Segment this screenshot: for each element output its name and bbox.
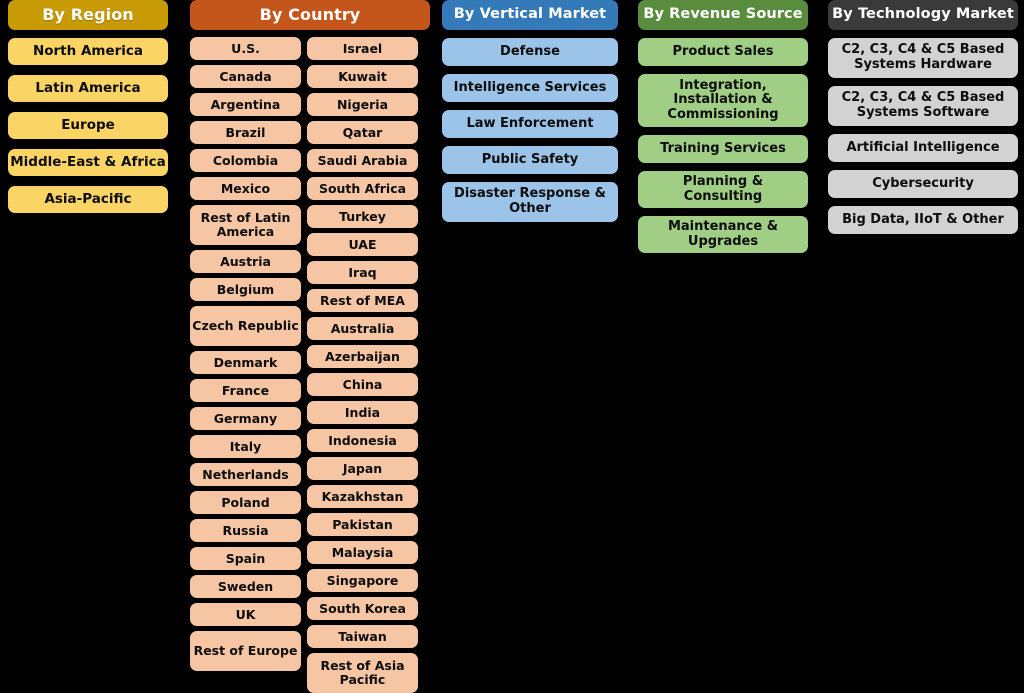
country-item[interactable]: Belgium <box>190 278 301 301</box>
segmentation-board: By Region North America Latin America Eu… <box>0 0 1024 693</box>
column-revenue-source: By Revenue Source Product Sales Integrat… <box>638 0 808 253</box>
column-country: By Country U.S. Canada Argentina Brazil … <box>190 0 430 693</box>
country-item[interactable]: Colombia <box>190 149 301 172</box>
vertical-market-item[interactable]: Intelligence Services <box>442 74 618 102</box>
vertical-market-item[interactable]: Disaster Response & Other <box>442 182 618 222</box>
column-header-technology-market: By Technology Market <box>828 0 1018 30</box>
country-item[interactable]: Azerbaijan <box>307 345 418 368</box>
country-item[interactable]: Singapore <box>307 569 418 592</box>
technology-market-item[interactable]: Big Data, IIoT & Other <box>828 206 1018 234</box>
technology-market-item[interactable]: Artificial Intelligence <box>828 134 1018 162</box>
country-item[interactable]: Malaysia <box>307 541 418 564</box>
country-item[interactable]: Israel <box>307 37 418 60</box>
region-item[interactable]: Middle-East & Africa <box>8 149 168 176</box>
vertical-market-item-list: Defense Intelligence Services Law Enforc… <box>442 38 618 222</box>
country-item[interactable]: Denmark <box>190 351 301 374</box>
technology-market-item[interactable]: C2, C3, C4 & C5 Based Systems Hardware <box>828 38 1018 78</box>
country-item[interactable]: U.S. <box>190 37 301 60</box>
country-item[interactable]: China <box>307 373 418 396</box>
country-item[interactable]: Qatar <box>307 121 418 144</box>
country-item[interactable]: Iraq <box>307 261 418 284</box>
column-region: By Region North America Latin America Eu… <box>8 0 168 213</box>
country-item[interactable]: UAE <box>307 233 418 256</box>
country-item[interactable]: Kazakhstan <box>307 485 418 508</box>
country-item[interactable]: Japan <box>307 457 418 480</box>
country-item[interactable]: Poland <box>190 491 301 514</box>
country-item-list-right: Israel Kuwait Nigeria Qatar Saudi Arabia… <box>307 37 418 693</box>
country-item[interactable]: Saudi Arabia <box>307 149 418 172</box>
revenue-source-item-list: Product Sales Integration, Installation … <box>638 38 808 253</box>
vertical-market-item[interactable]: Public Safety <box>442 146 618 174</box>
country-item[interactable]: Russia <box>190 519 301 542</box>
country-item[interactable]: UK <box>190 603 301 626</box>
country-item[interactable]: Pakistan <box>307 513 418 536</box>
country-item[interactable]: Taiwan <box>307 625 418 648</box>
country-item[interactable]: France <box>190 379 301 402</box>
country-item[interactable]: Sweden <box>190 575 301 598</box>
revenue-source-item[interactable]: Integration, Installation & Commissionin… <box>638 74 808 127</box>
country-item[interactable]: South Africa <box>307 177 418 200</box>
country-item[interactable]: Mexico <box>190 177 301 200</box>
country-item[interactable]: Czech Republic <box>190 306 301 346</box>
revenue-source-item[interactable]: Training Services <box>638 135 808 163</box>
country-item[interactable]: Brazil <box>190 121 301 144</box>
region-item[interactable]: Latin America <box>8 75 168 102</box>
column-header-region: By Region <box>8 0 168 30</box>
column-technology-market: By Technology Market C2, C3, C4 & C5 Bas… <box>828 0 1018 234</box>
country-item[interactable]: Netherlands <box>190 463 301 486</box>
country-item[interactable]: Spain <box>190 547 301 570</box>
technology-market-item-list: C2, C3, C4 & C5 Based Systems Hardware C… <box>828 38 1018 234</box>
vertical-market-item[interactable]: Defense <box>442 38 618 66</box>
region-item[interactable]: North America <box>8 38 168 65</box>
revenue-source-item[interactable]: Maintenance & Upgrades <box>638 216 808 253</box>
country-item[interactable]: Turkey <box>307 205 418 228</box>
revenue-source-item[interactable]: Product Sales <box>638 38 808 66</box>
vertical-market-item[interactable]: Law Enforcement <box>442 110 618 138</box>
column-header-vertical-market: By Vertical Market <box>442 0 618 30</box>
region-item[interactable]: Asia-Pacific <box>8 186 168 213</box>
country-item[interactable]: Argentina <box>190 93 301 116</box>
country-item[interactable]: Australia <box>307 317 418 340</box>
country-item[interactable]: Rest of MEA <box>307 289 418 312</box>
country-item[interactable]: Germany <box>190 407 301 430</box>
country-item[interactable]: India <box>307 401 418 424</box>
country-item[interactable]: South Korea <box>307 597 418 620</box>
region-item[interactable]: Europe <box>8 112 168 139</box>
country-item[interactable]: Rest of Asia Pacific <box>307 653 418 693</box>
country-item[interactable]: Italy <box>190 435 301 458</box>
region-item-list: North America Latin America Europe Middl… <box>8 38 168 213</box>
country-item[interactable]: Nigeria <box>307 93 418 116</box>
revenue-source-item[interactable]: Planning & Consulting <box>638 171 808 208</box>
technology-market-item[interactable]: C2, C3, C4 & C5 Based Systems Software <box>828 86 1018 126</box>
country-item[interactable]: Kuwait <box>307 65 418 88</box>
country-item[interactable]: Rest of Europe <box>190 631 301 671</box>
column-header-country: By Country <box>190 0 430 30</box>
country-item[interactable]: Canada <box>190 65 301 88</box>
column-vertical-market: By Vertical Market Defense Intelligence … <box>442 0 618 222</box>
column-header-revenue-source: By Revenue Source <box>638 0 808 30</box>
country-item[interactable]: Rest of Latin America <box>190 205 301 245</box>
country-columns-wrapper: U.S. Canada Argentina Brazil Colombia Me… <box>190 37 430 693</box>
country-item[interactable]: Indonesia <box>307 429 418 452</box>
country-item[interactable]: Austria <box>190 250 301 273</box>
country-item-list-left: U.S. Canada Argentina Brazil Colombia Me… <box>190 37 301 693</box>
technology-market-item[interactable]: Cybersecurity <box>828 170 1018 198</box>
